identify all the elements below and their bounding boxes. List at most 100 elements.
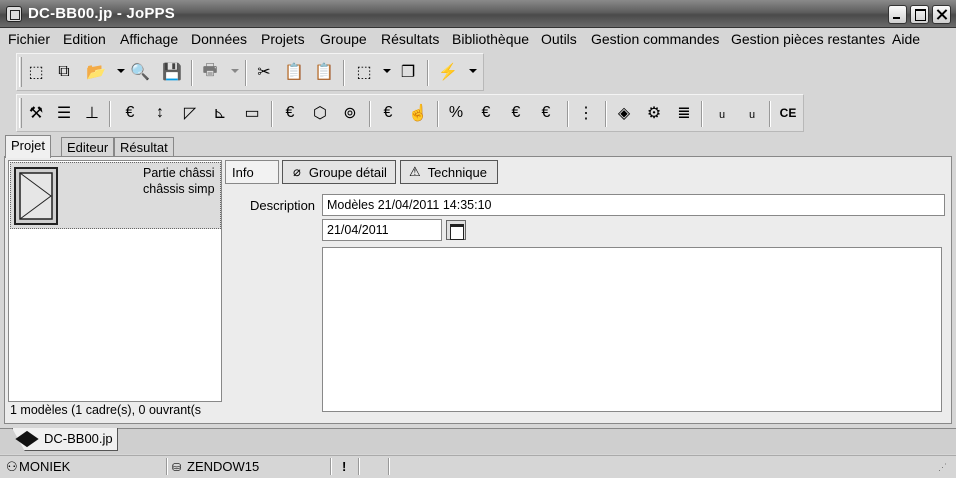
lightning-dropdown-arrow[interactable] [469, 69, 477, 73]
maximize-button[interactable] [910, 5, 929, 24]
description-field[interactable]: Modèles 21/04/2011 14:35:10 [322, 194, 945, 216]
gear-button[interactable]: ⚙ [643, 102, 665, 124]
minimize-button[interactable] [888, 5, 907, 24]
tab-technique-label: Technique [427, 164, 487, 180]
document-tab-label: DC-BB00.jp [44, 431, 113, 446]
database-icon: ⛁ [172, 462, 182, 474]
box-button[interactable]: ⬡ [309, 102, 331, 124]
cylinders-button[interactable]: ⊚ [339, 102, 361, 124]
print-button[interactable]: 🖶 [199, 61, 221, 83]
status-separator [388, 458, 390, 475]
price-chart-icon: € [481, 104, 491, 121]
select-area-button[interactable]: ⬚ [353, 61, 375, 83]
resize-grip-icon[interactable]: ⋰ [938, 462, 947, 473]
calendar-icon[interactable] [446, 220, 466, 240]
ce-mark-button[interactable]: CE [777, 102, 799, 124]
toolbar-separator [605, 101, 607, 127]
menu-bibliotheque[interactable]: Bibliothèque [452, 31, 529, 47]
tab-technique[interactable]: ⚠ Technique [400, 160, 498, 184]
menu-projets[interactable]: Projets [261, 31, 305, 47]
new-button[interactable]: ⬚ [25, 61, 47, 83]
status-machine: ZENDOW15 [187, 459, 260, 474]
tab-projet[interactable]: Projet [5, 135, 51, 158]
project-list: Partie châssi châssis simp [8, 160, 222, 402]
cut-button[interactable]: ✂ [253, 61, 275, 83]
hand-frame-icon: ☝ [408, 105, 428, 122]
tab-groupe-label: Groupe détail [308, 164, 387, 180]
windows-button[interactable]: ❐ [397, 61, 419, 83]
profile-stack-icon: ☰ [56, 105, 72, 122]
menu-resultats[interactable]: Résultats [381, 31, 439, 47]
status-bar [0, 455, 956, 478]
select-dropdown-arrow[interactable] [383, 69, 391, 73]
toolbar-separator [109, 101, 111, 127]
app-icon[interactable] [6, 6, 22, 22]
profile-stack-button[interactable]: ☰ [53, 102, 75, 124]
dimension-button[interactable]: ↕ [149, 102, 171, 124]
open-folder-icon: 📂 [86, 64, 106, 81]
select-area-icon: ⬚ [356, 64, 372, 81]
bar-button[interactable]: ▭ [241, 102, 263, 124]
tools-button[interactable]: ⚒ [25, 102, 47, 124]
menu-groupe[interactable]: Groupe [320, 31, 367, 47]
status-user: MONIEK [19, 459, 71, 474]
price-bars-button[interactable]: € [505, 102, 527, 124]
tab-info[interactable]: Info [225, 160, 279, 184]
measure-button[interactable]: ⊾ [209, 102, 231, 124]
price-table-button[interactable]: € [535, 102, 557, 124]
gear-icon: ⚙ [646, 105, 662, 122]
document-tab-strip [0, 428, 956, 454]
menu-affichage[interactable]: Affichage [120, 31, 178, 47]
print-dropdown-arrow[interactable] [231, 69, 239, 73]
price-profile-button[interactable]: € [119, 102, 141, 124]
menu-aide[interactable]: Aide [892, 31, 920, 47]
price-glass-button[interactable]: € [279, 102, 301, 124]
price-chart-button[interactable]: € [475, 102, 497, 124]
price-frame-button[interactable]: € [377, 102, 399, 124]
date-field[interactable]: 21/04/2011 [322, 219, 442, 241]
u-frame-button[interactable]: ᵤ [741, 102, 763, 124]
list-item[interactable]: Partie châssi châssis simp [10, 162, 221, 229]
save-button[interactable]: 💾 [161, 61, 183, 83]
tab-groupe-detail[interactable]: ⌀ Groupe détail [282, 160, 396, 184]
open-button[interactable]: 📂 [85, 61, 107, 83]
cylinders-icon: ⊚ [343, 105, 357, 122]
paste-button[interactable]: 📋 [283, 61, 305, 83]
open-dropdown-arrow[interactable] [117, 69, 125, 73]
lightning-button[interactable]: ⚡ [437, 61, 459, 83]
cut-angle-button[interactable]: ◸ [179, 102, 201, 124]
tools-icon: ⚒ [28, 105, 44, 122]
menu-gestion-pieces-restantes[interactable]: Gestion pièces restantes [731, 31, 885, 47]
toolbar-separator [191, 60, 193, 86]
notes-textarea[interactable] [322, 247, 942, 412]
paste-icon: 📋 [284, 64, 304, 81]
price-percent-button[interactable]: % [445, 102, 467, 124]
paste-special-button[interactable]: 📋 [313, 61, 335, 83]
profile-button[interactable]: ⊥ [81, 102, 103, 124]
alert-icon[interactable]: ! [342, 459, 346, 474]
ce-mark-icon: CE [779, 106, 797, 120]
toolbar-grip[interactable] [19, 98, 22, 128]
menu-fichier[interactable]: Fichier [8, 31, 50, 47]
data-toolbar: ⚒ ☰ ⊥ € ↕ ◸ ⊾ ▭ € ⬡ ⊚ € ☝ % € € € ⋮ ◈ ⚙ … [16, 94, 804, 132]
search-document-button[interactable]: 🔍 [129, 61, 151, 83]
menu-donnees[interactable]: Données [191, 31, 247, 47]
u-profile-button[interactable]: ᵤ [711, 102, 733, 124]
window-title: DC-BB00.jp - JoPPS [28, 5, 175, 22]
menu-outils[interactable]: Outils [541, 31, 577, 47]
copy-button[interactable]: ⧉ [53, 61, 75, 83]
hinge-button[interactable]: ◈ [613, 102, 635, 124]
close-button[interactable] [932, 5, 951, 24]
tab-resultat[interactable]: Résultat [114, 137, 174, 158]
stack-button[interactable]: ≣ [673, 102, 695, 124]
tab-editeur[interactable]: Editeur [61, 137, 115, 158]
cut-angle-icon: ◸ [183, 105, 197, 122]
menu-edition[interactable]: Edition [63, 31, 106, 47]
cut-icon: ✂ [257, 64, 271, 81]
hand-frame-button[interactable]: ☝ [407, 102, 429, 124]
toolbar-grip[interactable] [19, 57, 22, 87]
toolbar-separator [427, 60, 429, 86]
menu-gestion-commandes[interactable]: Gestion commandes [591, 31, 719, 47]
list-button[interactable]: ⋮ [575, 102, 597, 124]
save-icon: 💾 [162, 64, 182, 81]
